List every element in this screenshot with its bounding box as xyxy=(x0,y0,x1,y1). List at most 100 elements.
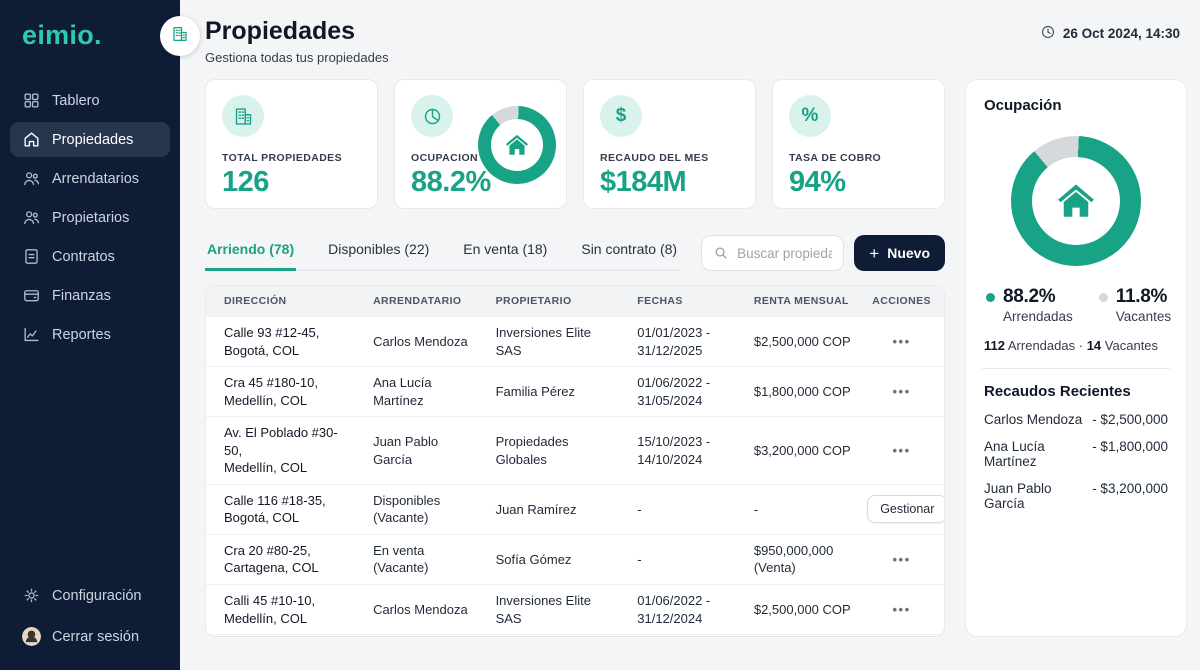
stat-card-recaudo-del-mes: $RECAUDO DEL MES$184M xyxy=(583,79,756,209)
plus-icon: + xyxy=(869,245,879,262)
sidebar-item-propietarios[interactable]: Propietarios xyxy=(10,200,170,235)
stat-label: TASA DE COBRO xyxy=(789,152,928,164)
occupancy-legend: 88.2%Arrendadas11.8%Vacantes xyxy=(984,286,1168,324)
cell-arrendatario: En venta (Vacante) xyxy=(355,535,478,584)
tab-sin-contrato-8[interactable]: Sin contrato (8) xyxy=(579,235,679,271)
table-row: Calle 93 #12-45, Bogotá, COLAna Lucía Ma… xyxy=(206,634,944,637)
new-property-button[interactable]: + Nuevo xyxy=(854,235,945,271)
cell-propietario: Sofía Gómez xyxy=(478,544,620,576)
row-actions-menu-icon[interactable]: ••• xyxy=(893,334,911,349)
stat-value: 94% xyxy=(789,166,928,199)
row-actions-menu-icon[interactable]: ••• xyxy=(893,602,911,617)
datetime-text: 26 Oct 2024, 14:30 xyxy=(1063,26,1180,41)
occupancy-donut-chart xyxy=(1011,136,1141,266)
stat-cards: TOTAL PROPIEDADES126OCUPACION88.2%$RECAU… xyxy=(205,79,945,209)
payment-amount: - $1,800,000 xyxy=(1092,439,1168,469)
building-icon xyxy=(171,25,189,48)
tab-disponibles-22[interactable]: Disponibles (22) xyxy=(326,235,431,271)
sidebar-item-label: Propiedades xyxy=(52,132,133,148)
payment-row: Ana Lucía Martínez- $1,800,000 xyxy=(984,439,1168,469)
legend-dot xyxy=(986,293,995,302)
payment-row: Carlos Mendoza- $2,500,000 xyxy=(984,412,1168,427)
sidebar: eimio. Tablero Propiedades Arrendatarios Pr… xyxy=(0,0,180,670)
cell-direccion: Cra 20 #80-25, Cartagena, COL xyxy=(206,535,355,584)
pie-icon xyxy=(411,95,453,137)
table-row: Av. El Poblado #30-50, Medellín, COLJuan… xyxy=(206,416,944,484)
payment-name: Juan Pablo García xyxy=(984,481,1092,511)
sidebar-item-label: Cerrar sesión xyxy=(52,629,139,645)
recent-payments-title: Recaudos Recientes xyxy=(984,383,1168,400)
tab-en-venta-18[interactable]: En venta (18) xyxy=(461,235,549,271)
cell-fechas: - xyxy=(619,494,736,526)
cell-fechas: - xyxy=(619,544,736,576)
clock-icon xyxy=(1040,24,1056,43)
cell-fechas: 01/01/2023 - 31/12/2025 xyxy=(619,317,736,366)
tabs: Arriendo (78) Disponibles (22) En venta (1… xyxy=(205,235,679,271)
gear-icon xyxy=(22,586,41,605)
sidebar-item-finanzas[interactable]: Finanzas xyxy=(10,278,170,313)
sidebar-item-tablero[interactable]: Tablero xyxy=(10,83,170,118)
percent-icon: % xyxy=(789,95,831,137)
sidebar-item-configuracion[interactable]: Configuración xyxy=(10,578,170,613)
page-title: Propiedades xyxy=(205,16,389,46)
cell-propietario: Propiedades Globales xyxy=(478,426,620,475)
table-row: Cra 45 #180-10, Medellín, COLAna Lucía M… xyxy=(206,366,944,416)
cell-arrendatario: Ana Lucía Martínez xyxy=(355,635,478,637)
sidebar-item-reportes[interactable]: Reportes xyxy=(10,317,170,352)
cell-arrendatario: Disponibles (Vacante) xyxy=(355,485,478,534)
sidebar-toggle-button[interactable] xyxy=(160,16,200,56)
page-subtitle: Gestiona todas tus propiedades xyxy=(205,50,389,65)
cell-direccion: Calle 93 #12-45, Bogotá, COL xyxy=(206,317,355,366)
tab-arriendo-78[interactable]: Arriendo (78) xyxy=(205,235,296,271)
legend-value: 11.8% xyxy=(1116,286,1167,308)
sidebar-item-label: Arrendatarios xyxy=(52,171,139,187)
search-box[interactable] xyxy=(701,235,844,271)
cell-propietario: Juan Ramírez xyxy=(478,494,620,526)
users-icon xyxy=(22,208,41,227)
cell-acciones: ••• xyxy=(867,544,944,576)
cell-direccion: Calli 45 #10-10, Medellín, COL xyxy=(206,585,355,634)
column-header-acciones: ACCIONES xyxy=(867,295,944,307)
cell-acciones: ••• xyxy=(867,435,944,467)
sidebar-item-label: Tablero xyxy=(52,93,100,109)
table-body: Calle 93 #12-45, Bogotá, COLCarlos Mendo… xyxy=(206,316,944,637)
row-actions-menu-icon[interactable]: ••• xyxy=(893,384,911,399)
sidebar-item-propiedades[interactable]: Propiedades xyxy=(10,122,170,157)
cell-fechas: 01/06/2022 - 31/05/2024 xyxy=(619,367,736,416)
cell-arrendatario: Carlos Mendoza xyxy=(355,326,478,358)
table-row: Cra 20 #80-25, Cartagena, COLEn venta (V… xyxy=(206,534,944,584)
cell-direccion: Calle 93 #12-45, Bogotá, COL xyxy=(206,635,355,637)
avatar-icon xyxy=(22,627,41,646)
properties-table: DIRECCIÓNARRENDATARIOPROPIETARIOFECHASRE… xyxy=(205,285,945,637)
sidebar-item-cerrar-sesion[interactable]: Cerrar sesión xyxy=(10,619,170,654)
table-row: Calli 45 #10-10, Medellín, COLCarlos Men… xyxy=(206,584,944,634)
search-input[interactable] xyxy=(737,246,832,261)
sidebar-item-contratos[interactable]: Contratos xyxy=(10,239,170,274)
payment-name: Carlos Mendoza xyxy=(984,412,1082,427)
table-row: Calle 93 #12-45, Bogotá, COLCarlos Mendo… xyxy=(206,316,944,366)
stat-value: $184M xyxy=(600,166,739,199)
cell-renta: $3,200,000 COP xyxy=(736,435,867,467)
row-actions-menu-icon[interactable]: ••• xyxy=(893,443,911,458)
column-header-propietario: PROPIETARIO xyxy=(478,295,620,307)
dollar-icon: $ xyxy=(600,95,642,137)
cell-renta: - xyxy=(736,494,867,526)
occupancy-title: Ocupación xyxy=(984,97,1168,114)
home-icon xyxy=(1055,180,1097,222)
datetime-display: 26 Oct 2024, 14:30 xyxy=(1040,24,1180,43)
brand-logo: eimio. xyxy=(10,18,170,51)
cell-acciones: ••• xyxy=(867,326,944,358)
row-actions-menu-icon[interactable]: ••• xyxy=(893,552,911,567)
gestionar-button[interactable]: Gestionar xyxy=(867,495,945,523)
cell-propietario: Inversiones Elite SAS xyxy=(478,585,620,634)
panel-divider xyxy=(982,368,1170,369)
legend-item-vacantes: 11.8%Vacantes xyxy=(1099,286,1171,324)
occupancy-mini-donut xyxy=(478,106,556,184)
sidebar-item-label: Reportes xyxy=(52,327,111,343)
users-icon xyxy=(22,169,41,188)
cell-renta: $1,800,000 COP xyxy=(736,376,867,408)
cell-propietario: Familia Pérez xyxy=(478,376,620,408)
column-header-renta-mensual: RENTA MENSUAL xyxy=(736,295,867,307)
sidebar-item-arrendatarios[interactable]: Arrendatarios xyxy=(10,161,170,196)
cell-fechas: 15/10/2023 - 14/10/2024 xyxy=(619,426,736,475)
